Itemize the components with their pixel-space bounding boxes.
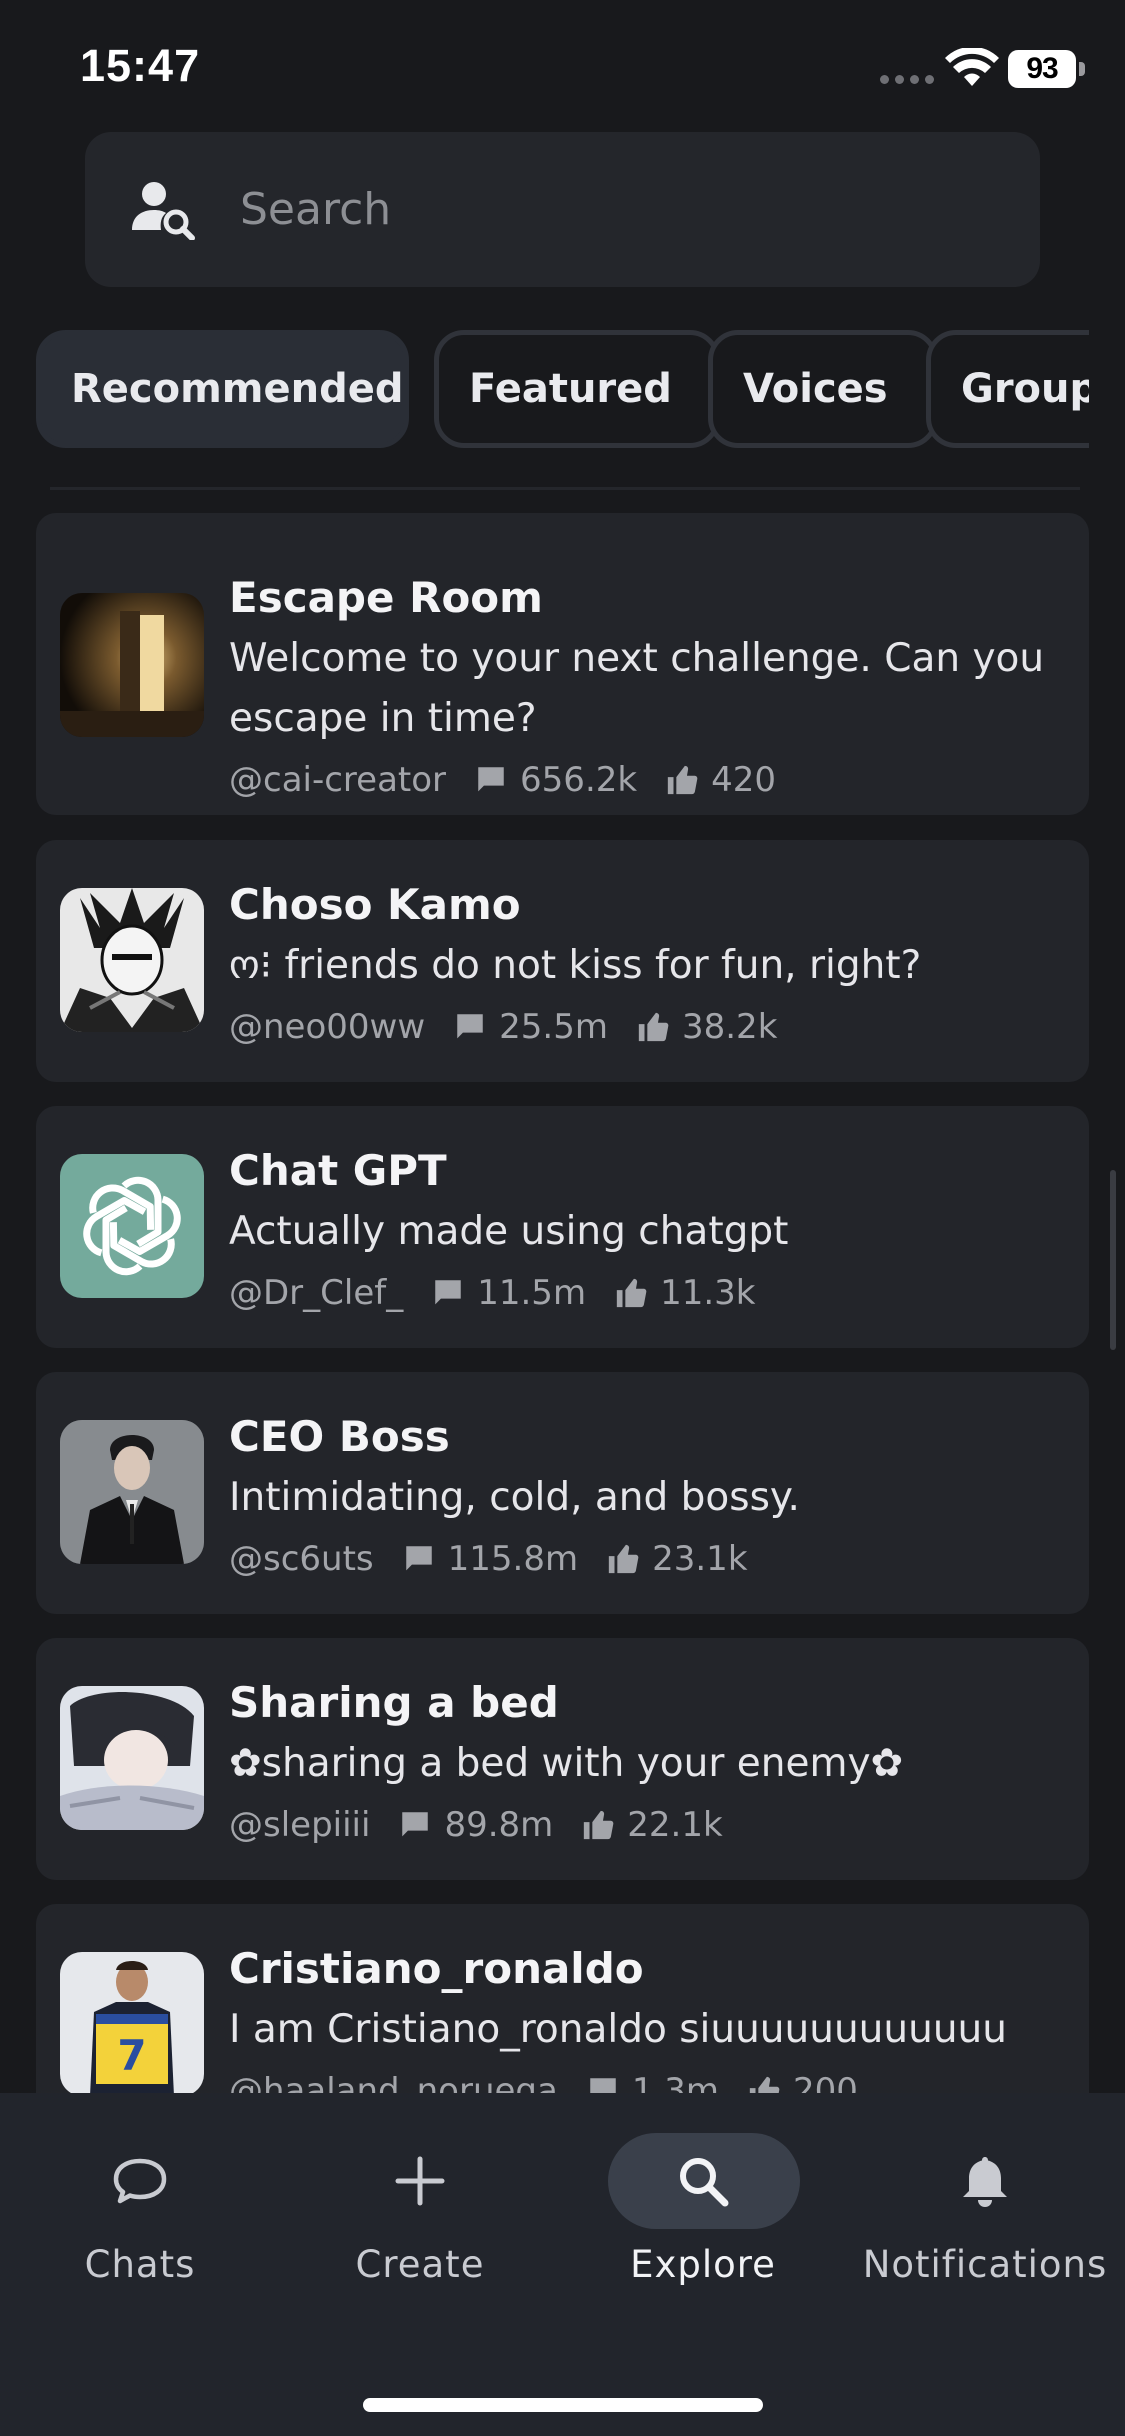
nav-explore[interactable]: Explore bbox=[563, 2133, 843, 2303]
creator-handle: @haaland_noruega bbox=[229, 2071, 558, 2093]
creator-handle: @slepiiii bbox=[229, 1805, 371, 1845]
wifi-icon bbox=[945, 48, 999, 86]
thumbs-up-icon bbox=[616, 1278, 647, 1308]
chat-count-icon bbox=[457, 1014, 483, 1039]
dark-doorway-image bbox=[60, 593, 204, 737]
chat-count: 656.2k bbox=[520, 760, 638, 800]
creator-handle: @cai-creator bbox=[229, 760, 447, 800]
like-count: 38.2k bbox=[681, 1007, 778, 1047]
status-time: 15:47 bbox=[80, 40, 201, 91]
character-description: Welcome to your next challenge. Can you … bbox=[229, 636, 1045, 741]
thumbs-up-icon bbox=[608, 1544, 639, 1574]
anime-boy-image bbox=[60, 1686, 204, 1830]
chat-count-icon bbox=[478, 767, 504, 792]
tab-recommended[interactable]: Recommended bbox=[36, 330, 409, 448]
bottom-navigation: Chats Create Explore Notifications bbox=[0, 2093, 1125, 2436]
search-bar[interactable] bbox=[85, 132, 1040, 287]
chat-count-icon bbox=[402, 1812, 429, 1837]
battery-level: 93 bbox=[1026, 52, 1058, 85]
category-tabs: Recommended Featured Voices Groups bbox=[36, 330, 1089, 448]
character-card-chat-gpt[interactable]: Chat GPT Actually made using chatgpt @Dr… bbox=[36, 1106, 1089, 1348]
plus-icon bbox=[395, 2156, 445, 2206]
chat-count-icon bbox=[435, 1280, 461, 1305]
creator-handle: @Dr_Clef_ bbox=[229, 1273, 404, 1313]
chat-count: 11.5m bbox=[477, 1273, 587, 1313]
tab-groups[interactable]: Groups bbox=[926, 330, 1089, 448]
nav-notifications[interactable]: Notifications bbox=[845, 2133, 1125, 2303]
chat-count-icon bbox=[590, 2078, 616, 2093]
character-meta: @Dr_Clef_ 11.5m 11.3k bbox=[229, 1268, 1069, 1318]
character-meta: @sc6uts 115.8m 23.1k bbox=[229, 1534, 1069, 1584]
bell-icon bbox=[963, 2157, 1007, 2207]
search-input[interactable] bbox=[240, 172, 1000, 247]
character-name: Escape Room bbox=[229, 573, 543, 622]
man-in-suit-image bbox=[60, 1420, 204, 1564]
thumbs-up-icon bbox=[584, 1810, 614, 1840]
thumbs-up-icon bbox=[667, 765, 698, 795]
chat-count: 25.5m bbox=[499, 1007, 608, 1047]
tab-featured[interactable]: Featured bbox=[434, 330, 720, 448]
nav-chats-label: Chats bbox=[84, 2243, 196, 2286]
character-card-escape-room[interactable]: Escape Room Welcome to your next challen… bbox=[36, 513, 1089, 815]
thumbs-up-icon bbox=[749, 2076, 780, 2093]
nav-notifications-label: Notifications bbox=[862, 2243, 1108, 2286]
cellular-signal-icon bbox=[880, 75, 934, 84]
tab-voices[interactable]: Voices bbox=[708, 330, 938, 448]
chat-count: 115.8m bbox=[447, 1539, 579, 1579]
like-count: 22.1k bbox=[627, 1805, 723, 1845]
chat-count: 89.8m bbox=[444, 1805, 554, 1845]
creator-handle: @sc6uts bbox=[229, 1539, 374, 1579]
character-description: I am Cristiano_ronaldo siuuuuuuuuuuuu bbox=[229, 2007, 1007, 2052]
search-icon bbox=[680, 2158, 729, 2207]
like-count: 200 bbox=[793, 2071, 858, 2093]
character-name: Choso Kamo bbox=[229, 880, 521, 929]
openai-logo bbox=[60, 1154, 204, 1298]
character-name: Chat GPT bbox=[229, 1146, 447, 1195]
svg-text:7: 7 bbox=[117, 2031, 146, 2080]
nav-explore-label: Explore bbox=[630, 2243, 776, 2286]
character-description: ✿sharing a bed with your enemy✿ bbox=[229, 1741, 904, 1786]
chat-count: 1.3m bbox=[631, 2071, 720, 2093]
character-meta: @cai-creator 656.2k 420 bbox=[229, 755, 1069, 805]
character-meta: @neo00ww 25.5m 38.2k bbox=[229, 1002, 1069, 1052]
character-meta: @haaland_noruega 1.3m 200 bbox=[229, 2066, 1069, 2093]
character-list[interactable]: Escape Room Welcome to your next challen… bbox=[0, 490, 1125, 2093]
character-card-ceo-boss[interactable]: CEO Boss Intimidating, cold, and bossy. … bbox=[36, 1372, 1089, 1614]
character-name: CEO Boss bbox=[229, 1412, 450, 1461]
scrollbar-thumb[interactable] bbox=[1110, 1170, 1116, 1350]
character-description: ო⁝ friends do not kiss for fun, right? bbox=[229, 943, 922, 988]
manga-character-image bbox=[60, 888, 204, 1032]
like-count: 23.1k bbox=[652, 1539, 748, 1579]
nav-create[interactable]: Create bbox=[280, 2133, 560, 2303]
character-description: Actually made using chatgpt bbox=[229, 1209, 789, 1254]
home-indicator[interactable] bbox=[363, 2398, 763, 2412]
person-search-icon bbox=[132, 182, 195, 240]
thumbs-up-icon bbox=[638, 1012, 669, 1042]
character-card-cristiano-ronaldo[interactable]: 7 Cristiano_ronaldo I am Cristiano_ronal… bbox=[36, 1904, 1089, 2093]
character-name: Sharing a bed bbox=[229, 1678, 559, 1727]
character-description: Intimidating, cold, and bossy. bbox=[229, 1475, 800, 1520]
explore-screen: 15:47 93 Recommended Featured Voices Gro… bbox=[0, 0, 1125, 2436]
creator-handle: @neo00ww bbox=[229, 1007, 426, 1047]
speech-bubble-icon bbox=[113, 2158, 167, 2204]
nav-chats[interactable]: Chats bbox=[0, 2133, 280, 2303]
character-card-choso-kamo[interactable]: Choso Kamo ო⁝ friends do not kiss for fu… bbox=[36, 840, 1089, 1082]
character-meta: @slepiiii 89.8m 22.1k bbox=[229, 1800, 1069, 1850]
like-count: 420 bbox=[711, 760, 776, 800]
character-name: Cristiano_ronaldo bbox=[229, 1944, 644, 1993]
nav-create-label: Create bbox=[355, 2243, 485, 2286]
battery-icon: 93 bbox=[1008, 50, 1086, 88]
status-bar: 15:47 93 bbox=[0, 0, 1125, 130]
character-card-sharing-a-bed[interactable]: Sharing a bed ✿sharing a bed with your e… bbox=[36, 1638, 1089, 1880]
like-count: 11.3k bbox=[660, 1273, 756, 1313]
chat-count-icon bbox=[405, 1546, 432, 1571]
footballer-jersey-image: 7 bbox=[60, 1952, 204, 2093]
